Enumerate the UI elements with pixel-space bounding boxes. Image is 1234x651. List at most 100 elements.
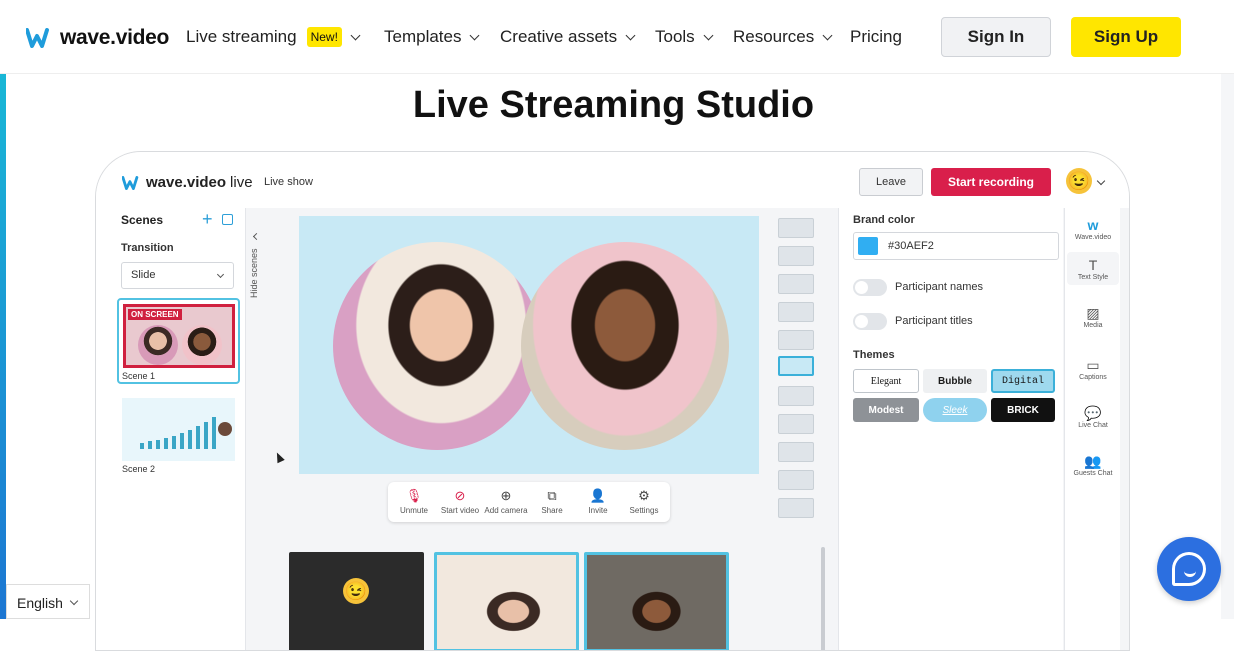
nav-creative-assets[interactable]: Creative assets [500, 27, 636, 47]
layout-option[interactable] [778, 302, 814, 322]
layout-presets [778, 216, 816, 526]
nav-label: Tools [655, 27, 695, 46]
gear-icon: ⚙ [638, 488, 650, 503]
participant-names-toggle[interactable] [853, 279, 887, 296]
leave-button[interactable]: Leave [859, 168, 923, 196]
participant-tile[interactable] [434, 552, 579, 650]
nav-live-streaming[interactable]: Live streaming New! [186, 27, 361, 47]
chevron-down-icon [216, 270, 225, 279]
chart-bar [148, 441, 152, 449]
tool-label: Captions [1079, 374, 1107, 381]
theme-modest[interactable]: Modest [853, 398, 919, 422]
text-icon: T [1088, 257, 1098, 273]
participant-tile[interactable]: 😉 [289, 552, 424, 650]
media-controls: 🎙 Unmute ⊘ Start video ⊕ Add camera ⧉ Sh… [388, 482, 670, 522]
unmute-button[interactable]: 🎙 Unmute [388, 486, 440, 515]
chart-bar [140, 443, 144, 449]
duplicate-scene-icon[interactable] [222, 214, 233, 225]
guests-chat-tool[interactable]: 👥 Guests Chat [1067, 452, 1119, 477]
chevron-left-icon [252, 232, 261, 241]
nav-pricing[interactable]: Pricing [850, 27, 902, 47]
avatar: 😉 [343, 578, 369, 604]
control-label: Settings [629, 506, 659, 515]
participant-titles-toggle[interactable] [853, 313, 887, 330]
sign-in-button[interactable]: Sign In [941, 17, 1051, 57]
layout-option[interactable] [778, 414, 814, 434]
chat-icon: 💬 [1084, 405, 1102, 421]
brand-color-value: #30AEF2 [888, 240, 934, 252]
new-badge: New! [306, 27, 342, 47]
top-navigation: wave.video Live streaming New! Templates… [0, 0, 1234, 74]
theme-brick[interactable]: BRICK [991, 398, 1055, 422]
transition-value: Slide [131, 269, 156, 281]
language-select[interactable]: English [6, 584, 90, 619]
image-icon: ▨ [1086, 305, 1100, 321]
scene-card-1[interactable]: ON SCREEN Scene 1 [117, 298, 240, 384]
brand-color-label: Brand color [853, 214, 915, 226]
brand-color-field[interactable]: #30AEF2 [853, 232, 1059, 260]
share-screen-icon: ⧉ [547, 488, 557, 503]
wave-video-tool[interactable]: w Wave.video [1067, 216, 1119, 241]
language-value: English [17, 595, 63, 611]
themes-label: Themes [853, 349, 895, 361]
hide-scenes-toggle[interactable]: Hide scenes [246, 208, 266, 650]
layout-option[interactable] [778, 442, 814, 462]
chart-bar [172, 436, 176, 449]
start-recording-button[interactable]: Start recording [931, 168, 1051, 196]
text-style-tool[interactable]: T Text Style [1067, 252, 1119, 285]
add-camera-button[interactable]: ⊕ Add camera [480, 486, 532, 515]
nav-resources[interactable]: Resources [733, 27, 833, 47]
nav-label: Pricing [850, 27, 902, 46]
scenes-heading: Scenes [121, 213, 164, 227]
layout-option-selected[interactable] [778, 356, 814, 376]
tool-label: Media [1083, 322, 1103, 329]
scene-card-2[interactable] [122, 398, 235, 461]
theme-bubble[interactable]: Bubble [923, 369, 987, 393]
theme-digital[interactable]: Digital [991, 369, 1055, 393]
chevron-down-icon [470, 30, 480, 40]
plus-circle-icon: ⊕ [500, 488, 512, 503]
layout-option[interactable] [778, 218, 814, 238]
participant-names-label: Participant names [895, 281, 984, 293]
sign-up-button[interactable]: Sign Up [1071, 17, 1181, 57]
settings-button[interactable]: ⚙ Settings [618, 486, 670, 515]
live-chat-tool[interactable]: 💬 Live Chat [1067, 404, 1119, 429]
layout-option[interactable] [778, 386, 814, 406]
invite-button[interactable]: 👤 Invite [572, 486, 624, 515]
color-swatch[interactable] [858, 237, 878, 255]
theme-sleek[interactable]: Sleek [923, 398, 987, 422]
right-edge [1221, 74, 1234, 619]
transition-select[interactable]: Slide [121, 262, 234, 289]
wave-video-logo[interactable]: wave.video [26, 26, 169, 50]
layout-option[interactable] [778, 498, 814, 518]
wave-logo-icon: w [1087, 217, 1099, 233]
nav-templates[interactable]: Templates [384, 27, 480, 47]
left-accent-bar [0, 74, 6, 619]
chevron-down-icon [350, 30, 361, 40]
chart-bar [204, 422, 208, 449]
camera-off-icon: ⊘ [454, 488, 466, 503]
start-video-button[interactable]: ⊘ Start video [434, 486, 486, 515]
tool-label: Text Style [1077, 274, 1109, 281]
chevron-down-icon[interactable] [1096, 176, 1106, 186]
layout-option[interactable] [778, 274, 814, 294]
layout-option[interactable] [778, 470, 814, 490]
avatar[interactable]: 😉 [1066, 168, 1092, 194]
tools-sidebar: w Wave.video T Text Style ▨ Media ▭ Capt… [1064, 208, 1120, 650]
layout-option[interactable] [778, 330, 814, 350]
page-title: Live Streaming Studio [412, 84, 815, 126]
chevron-down-icon [822, 30, 833, 40]
chart-bar [196, 426, 200, 449]
theme-elegant[interactable]: Elegant [853, 369, 919, 393]
captions-tool[interactable]: ▭ Captions [1067, 356, 1119, 381]
scrollbar[interactable] [821, 547, 825, 650]
add-scene-icon[interactable]: + [202, 209, 213, 230]
layout-option[interactable] [778, 246, 814, 266]
media-tool[interactable]: ▨ Media [1067, 304, 1119, 329]
share-button[interactable]: ⧉ Share [526, 486, 578, 515]
control-label: Invite [588, 506, 608, 515]
chat-widget-button[interactable] [1157, 537, 1221, 601]
participant-tile[interactable] [584, 552, 729, 650]
nav-tools[interactable]: Tools [655, 27, 714, 47]
studio-logo: wave.video live [122, 174, 253, 191]
